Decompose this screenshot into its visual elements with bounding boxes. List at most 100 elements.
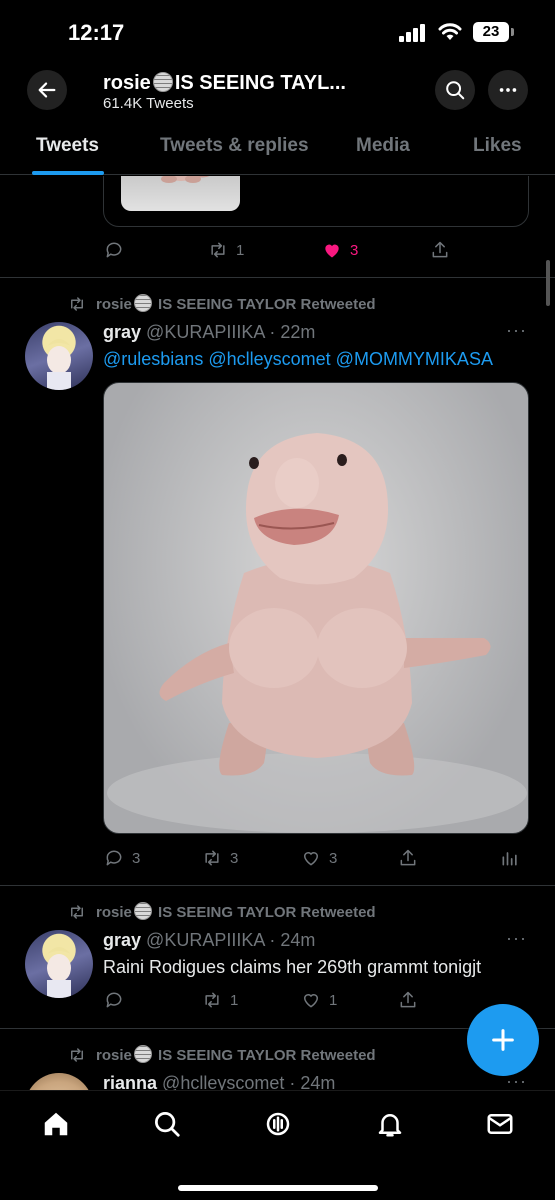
retweet-indicator: rosie IS SEEING TAYLOR Retweeted: [68, 902, 376, 921]
quoted-tweet-image[interactable]: [121, 176, 240, 211]
tweet-more-button[interactable]: ···: [506, 928, 527, 949]
tab-tweets-replies[interactable]: Tweets & replies: [160, 135, 309, 157]
reply-count: 3: [132, 849, 141, 867]
disco-ball-emoji: [152, 72, 173, 92]
reply-icon: [106, 992, 122, 1008]
retweet-icon: [205, 850, 219, 866]
home-indicator[interactable]: [178, 1185, 378, 1191]
avatar[interactable]: [25, 930, 93, 998]
retweet-indicator: rosie IS SEEING TAYLOR Retweeted: [68, 1045, 376, 1064]
like-button[interactable]: 1: [301, 990, 337, 1010]
author-name[interactable]: gray: [103, 322, 141, 342]
tab-media[interactable]: Media: [356, 135, 410, 157]
share-button[interactable]: [430, 240, 450, 260]
wifi-icon: [438, 23, 462, 40]
like-count: 3: [350, 241, 359, 259]
share-icon: [400, 991, 416, 1008]
retweeter-name: rosie: [96, 296, 132, 313]
tweet-feed[interactable]: 1 3 rosie IS SEEING TAYLOR Retweeted gra…: [0, 176, 555, 1090]
messages-icon[interactable]: [485, 1109, 515, 1139]
reply-button[interactable]: 3: [104, 848, 140, 868]
retweet-icon: [71, 1047, 83, 1062]
analytics-button[interactable]: [500, 848, 520, 868]
tweet-image[interactable]: [103, 382, 529, 834]
spaces-icon[interactable]: [263, 1109, 293, 1139]
tab-likes[interactable]: Likes: [473, 135, 522, 157]
analytics-icon: [502, 852, 517, 866]
retweet-indicator: rosie IS SEEING TAYLOR Retweeted: [68, 294, 376, 313]
anime-avatar-art: [43, 947, 75, 998]
figurine-thumbnail: [160, 176, 210, 183]
retweet-count: 1: [230, 991, 239, 1009]
mention-link[interactable]: @hclleyscomet: [208, 349, 330, 369]
share-button[interactable]: [398, 990, 418, 1010]
author-name[interactable]: rianna: [103, 1073, 157, 1090]
retweet-label: IS SEEING TAYLOR Retweeted: [158, 1047, 376, 1064]
tweet-count: 61.4K Tweets: [103, 95, 194, 112]
disco-ball-emoji: [133, 294, 152, 312]
retweet-icon: [71, 904, 83, 919]
compose-tweet-button[interactable]: [467, 1004, 539, 1076]
notifications-icon[interactable]: [375, 1109, 405, 1139]
quoted-tweet-card[interactable]: [103, 176, 529, 227]
more-options-button[interactable]: [488, 70, 528, 110]
retweet-count: 3: [230, 849, 239, 867]
share-button[interactable]: [398, 848, 418, 868]
profile-title: rosie IS SEEING TAYL...: [103, 72, 346, 95]
like-count: 3: [329, 849, 338, 867]
tweet-header: rianna @hclleyscomet · 24m: [103, 1073, 335, 1090]
home-icon[interactable]: [41, 1109, 71, 1139]
retweet-button[interactable]: 3: [202, 848, 238, 868]
like-button[interactable]: 3: [322, 240, 358, 260]
disco-ball-emoji: [133, 902, 152, 920]
author-handle-time: @KURAPIIIKA · 22m: [146, 322, 316, 342]
back-button[interactable]: [27, 70, 67, 110]
share-icon: [432, 241, 448, 258]
like-count: 1: [329, 991, 338, 1009]
heart-icon: [303, 994, 319, 1008]
active-tab-indicator: [32, 171, 104, 175]
tweet-header: gray @KURAPIIIKA · 24m: [103, 930, 315, 951]
tweet-divider: [0, 885, 555, 886]
retweet-icon: [71, 296, 83, 311]
retweet-label: IS SEEING TAYLOR Retweeted: [158, 296, 376, 313]
mention-link[interactable]: @rulesbians: [103, 349, 203, 369]
retweeter-name: rosie: [96, 904, 132, 921]
retweeter-name: rosie: [96, 1047, 132, 1064]
reply-button[interactable]: [104, 240, 124, 260]
retweet-button[interactable]: 1: [202, 990, 238, 1010]
tab-tweets[interactable]: Tweets: [36, 135, 99, 157]
search-button[interactable]: [435, 70, 475, 110]
share-icon: [400, 849, 416, 866]
tweet-divider: [0, 277, 555, 278]
retweet-count: 1: [236, 241, 245, 259]
like-button[interactable]: 3: [301, 848, 337, 868]
avatar[interactable]: [25, 322, 93, 390]
retweet-icon: [205, 992, 219, 1008]
profile-name-prefix: rosie: [103, 72, 151, 94]
tweet-more-button[interactable]: ···: [506, 320, 527, 341]
profile-name-suffix: IS SEEING TAYL...: [174, 72, 346, 94]
disco-ball-emoji: [133, 1045, 152, 1063]
retweet-label: IS SEEING TAYLOR Retweeted: [158, 904, 376, 921]
tweet-header: gray @KURAPIIIKA · 22m: [103, 322, 315, 343]
avatar[interactable]: [25, 1073, 93, 1090]
cellular-signal-icon: [399, 24, 427, 42]
retweet-button[interactable]: 1: [208, 240, 244, 260]
profile-header: rosie IS SEEING TAYL... 61.4K Tweets: [0, 60, 555, 120]
explore-icon[interactable]: [152, 1109, 182, 1139]
battery-tip: [511, 28, 514, 36]
figurine-image: [107, 433, 527, 833]
reply-icon: [106, 850, 122, 866]
profile-tabs: Tweets Tweets & replies Media Likes: [0, 120, 555, 175]
reply-button[interactable]: [104, 990, 124, 1010]
mention-link[interactable]: @MOMMYMIKASA: [336, 349, 493, 369]
tweet-text: Raini Rodigues claims her 269th grammt t…: [103, 957, 482, 977]
bottom-navigation: [0, 1090, 555, 1200]
heart-icon: [325, 244, 339, 258]
retweet-icon: [211, 242, 225, 258]
scrollbar[interactable]: [546, 260, 550, 306]
back-arrow-icon: [38, 82, 56, 98]
heart-icon: [303, 852, 319, 866]
author-name[interactable]: gray: [103, 930, 141, 950]
